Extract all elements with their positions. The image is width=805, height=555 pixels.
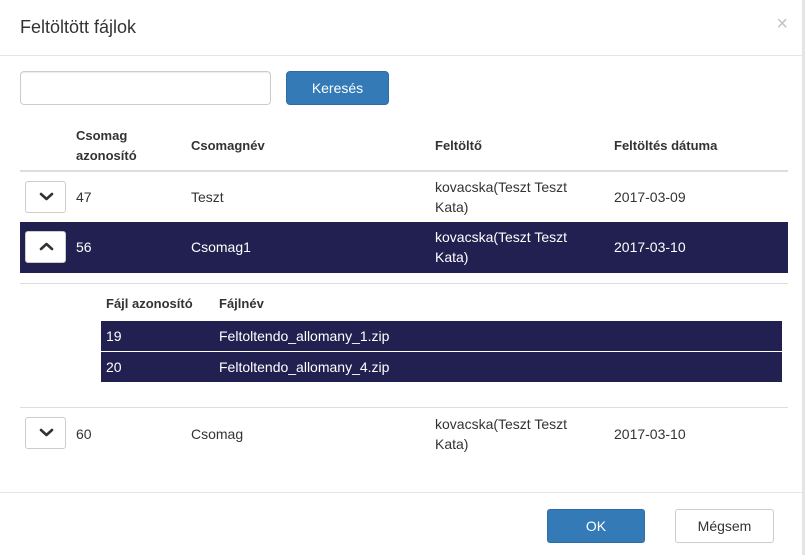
column-header-file-id: Fájl azonosító: [106, 296, 193, 311]
collapse-toggle-button[interactable]: [25, 231, 66, 263]
package-date: 2017-03-09: [614, 189, 686, 205]
package-id: 60: [76, 426, 92, 442]
package-id: 56: [76, 239, 92, 255]
file-id: 19: [106, 328, 122, 344]
file-row-20[interactable]: 20 Feltoltendo_allomany_4.zip: [101, 352, 782, 382]
column-header-package-id-line2: azonosító: [76, 148, 137, 163]
package-uploader: kovacska(Teszt Teszt Kata): [435, 227, 567, 267]
column-header-uploader: Feltöltő: [435, 138, 482, 153]
package-date: 2017-03-10: [614, 426, 686, 442]
search-button[interactable]: Keresés: [286, 71, 389, 105]
dialog-header: Feltöltött fájlok ×: [0, 0, 802, 56]
uploader-line1: kovacska(Teszt Teszt: [435, 416, 568, 432]
column-header-package-name: Csomagnév: [191, 138, 265, 153]
column-header-file-name: Fájlnév: [219, 296, 264, 311]
chevron-up-icon: [39, 242, 54, 251]
file-row-19[interactable]: 19 Feltoltendo_allomany_1.zip: [101, 321, 782, 351]
uploader-line2: Kata): [435, 199, 469, 215]
row-divider: [20, 283, 788, 284]
column-header-package-id: Csomag azonosító: [76, 126, 137, 166]
package-uploader: kovacska(Teszt Teszt Kata): [435, 414, 567, 454]
uploader-line1: kovacska(Teszt Teszt: [435, 179, 568, 195]
dialog-title: Feltöltött fájlok: [20, 17, 137, 37]
package-uploader: kovacska(Teszt Teszt Kata): [435, 177, 567, 217]
chevron-down-icon: [39, 192, 54, 201]
file-name: Feltoltendo_allomany_4.zip: [219, 359, 390, 375]
package-row-47[interactable]: 47 Teszt kovacska(Teszt Teszt Kata) 2017…: [20, 172, 788, 223]
uploaded-files-dialog: Feltöltött fájlok × Keresés Csomag azono…: [0, 0, 805, 555]
search-input[interactable]: [20, 71, 271, 105]
uploader-line2: Kata): [435, 436, 469, 452]
ok-button[interactable]: OK: [547, 509, 645, 543]
package-row-56[interactable]: 56 Csomag1 kovacska(Teszt Teszt Kata) 20…: [20, 222, 788, 273]
dialog-footer-divider: [0, 492, 802, 493]
close-icon[interactable]: ×: [776, 12, 788, 36]
expand-toggle-button[interactable]: [25, 181, 66, 213]
package-name: Csomag1: [191, 239, 251, 255]
expand-toggle-button[interactable]: [25, 417, 66, 449]
file-name: Feltoltendo_allomany_1.zip: [219, 328, 390, 344]
cancel-button[interactable]: Mégsem: [675, 509, 774, 543]
uploader-line2: Kata): [435, 249, 469, 265]
package-name: Teszt: [191, 189, 224, 205]
column-header-package-id-line1: Csomag: [76, 128, 128, 143]
package-name: Csomag: [191, 426, 244, 442]
chevron-down-icon: [39, 428, 54, 437]
file-id: 20: [106, 359, 122, 375]
package-date: 2017-03-10: [614, 239, 686, 255]
package-row-60[interactable]: 60 Csomag kovacska(Teszt Teszt Kata) 201…: [20, 408, 788, 459]
package-id: 47: [76, 189, 92, 205]
column-header-upload-date: Feltöltés dátuma: [614, 138, 718, 153]
uploader-line1: kovacska(Teszt Teszt: [435, 229, 568, 245]
